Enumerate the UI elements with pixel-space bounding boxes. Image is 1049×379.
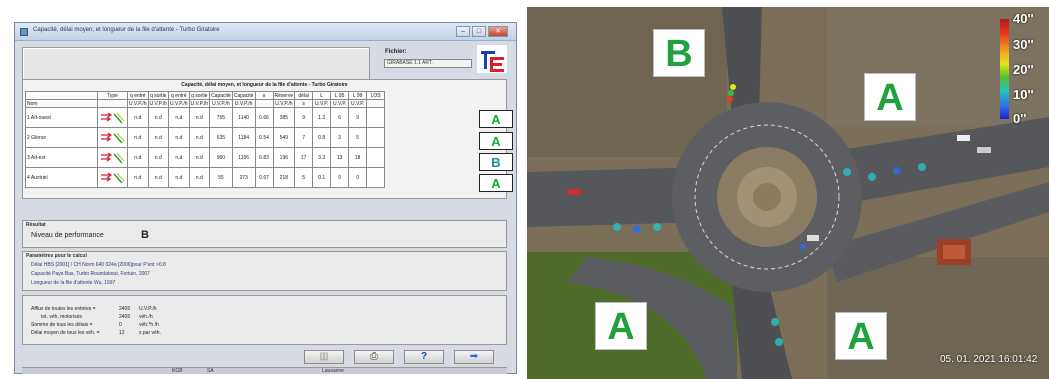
- colorbar-label: 40'': [1013, 11, 1034, 26]
- los-badge-row-4: A: [479, 174, 513, 192]
- turn-arrows-icon: [97, 107, 128, 128]
- status-bar: KGB SA Lausanne: [22, 367, 507, 374]
- col-header: délai: [294, 91, 314, 100]
- col-header: Capacité: [231, 91, 256, 100]
- table-header-row: Type q entré q sortie q entré q sortie C…: [25, 91, 386, 100]
- file-value: GIRABASE 1.1 ART.: [384, 59, 472, 68]
- app-window: Capacité, délai moyen, et longueur de la…: [14, 22, 517, 374]
- param-delay: Délai HBS [2001] / CH Norm 640 024a [200…: [31, 262, 166, 268]
- maximize-button[interactable]: □: [472, 26, 486, 37]
- print-button[interactable]: ⎙: [354, 350, 394, 364]
- next-button[interactable]: ➡: [454, 350, 494, 364]
- result-title: Résultat: [26, 222, 46, 228]
- los-badge-row-3: B: [479, 153, 513, 171]
- col-header: Réserve: [272, 91, 296, 100]
- los-badge-nw: B: [653, 29, 705, 77]
- col-header: Capacité: [209, 91, 233, 100]
- table-row[interactable]: 2 Glenor n.d n.d n.d n.d 635 1184 0.54 5…: [25, 127, 386, 148]
- status-right: Lausanne: [322, 368, 344, 374]
- table-row[interactable]: 1 Aït-ouest n.d n.d n.d n.d 755 1140 0.6…: [25, 107, 386, 128]
- parameters-panel: Paramètres pour le calcul Délai HBS [200…: [22, 251, 507, 291]
- flow-row: Afflux de toutes les entrées = 2405 U.V.P.…: [31, 306, 157, 312]
- delay-colorbar: [1000, 19, 1009, 119]
- table-units-row: Nom U.V.P./h U.V.P./h U.V.P./h U.V.P./h …: [25, 99, 386, 108]
- row-name: 1 Aït-ouest: [25, 107, 98, 128]
- turn-arrows-icon: [97, 167, 128, 188]
- arrow-right-icon: ➡: [469, 351, 479, 362]
- result-panel: Résultat Niveau de performance B: [22, 220, 507, 248]
- col-header: q sortie: [147, 91, 170, 100]
- col-header: LOS: [366, 91, 386, 100]
- status-mid: SA: [207, 368, 214, 374]
- printer-icon: ⎙: [370, 351, 378, 362]
- los-badge-ne: A: [864, 73, 916, 121]
- col-header: q entré: [168, 91, 190, 100]
- flow-row: Délai moyen de tous les véh. = 12 s par vé…: [31, 330, 161, 336]
- col-header: L 99: [348, 91, 368, 100]
- app-icon: [20, 28, 28, 36]
- colorbar-label: 30'': [1013, 37, 1034, 52]
- results-table: Type q entré q sortie q entré q sortie C…: [25, 91, 386, 188]
- col-header: x: [254, 91, 274, 100]
- parameters-title: Paramètres pour le calcul: [26, 253, 87, 259]
- los-badge-se: A: [835, 312, 887, 360]
- status-left: KGB: [172, 368, 183, 374]
- row-name: 4 Auxtriel: [25, 167, 98, 188]
- col-header: L 95: [330, 91, 350, 100]
- col-header: q entré: [127, 91, 149, 100]
- los-badge-row-1: A: [479, 110, 513, 128]
- turn-arrows-icon: [97, 127, 128, 148]
- row-name: 3 Aït-est: [25, 147, 98, 168]
- turn-arrows-icon: [97, 147, 128, 168]
- table-caption: Capacité, délai moyen, et longueur de la…: [181, 82, 348, 88]
- flow-row: Somme de tous les délais = 0 véh.*h /h: [31, 322, 159, 328]
- colorbar-label: 10'': [1013, 87, 1034, 102]
- param-capacity: Capacité Pays-Bas, Turbo Roundabout, For…: [31, 271, 150, 277]
- flow-row: tot. véh. motorisés 2405 véh./h: [41, 314, 153, 320]
- los-badge-row-2: A: [479, 132, 513, 150]
- results-table-panel: Capacité, délai moyen, et longueur de la…: [22, 79, 507, 199]
- girabase-logo: [477, 45, 507, 73]
- window-title: Capacité, délai moyen, et longueur de la…: [33, 27, 220, 33]
- performance-label: Niveau de performance: [31, 232, 104, 239]
- col-header: q sortie: [188, 91, 211, 100]
- timestamp: 05. 01. 2021 16:01:42: [940, 354, 1038, 365]
- help-button[interactable]: ?: [404, 350, 444, 364]
- colorbar-label: 20'': [1013, 62, 1034, 77]
- los-badge-sw: A: [595, 302, 647, 350]
- title-bar: Capacité, délai moyen, et longueur de la…: [15, 23, 516, 41]
- col-header: L: [312, 91, 332, 100]
- copy-button[interactable]: ▥: [304, 350, 344, 364]
- param-queue: Longueur de la file d'attente Wu, 1997: [31, 280, 116, 286]
- close-button[interactable]: ✕: [488, 26, 508, 37]
- col-type: Type: [97, 91, 128, 100]
- flows-panel: Afflux de toutes les entrées = 2405 U.V.P.…: [22, 295, 507, 345]
- table-row[interactable]: 4 Auxtriel n.d n.d n.d n.d 55 273 0.67 2…: [25, 167, 386, 188]
- colorbar-label: 0'': [1013, 111, 1027, 126]
- row-name: 2 Glenor: [25, 127, 98, 148]
- aerial-heatmap-view: B A A A 40'' 30'' 20'' 10'' 0'' 05. 01. …: [527, 7, 1049, 379]
- col-name-header: Nom: [25, 99, 98, 108]
- minimize-button[interactable]: –: [456, 26, 470, 37]
- file-label: Fichier:: [385, 49, 407, 55]
- table-row[interactable]: 3 Aït-est n.d n.d n.d n.d 960 1156 0.83 …: [25, 147, 386, 168]
- performance-value: B: [141, 229, 149, 241]
